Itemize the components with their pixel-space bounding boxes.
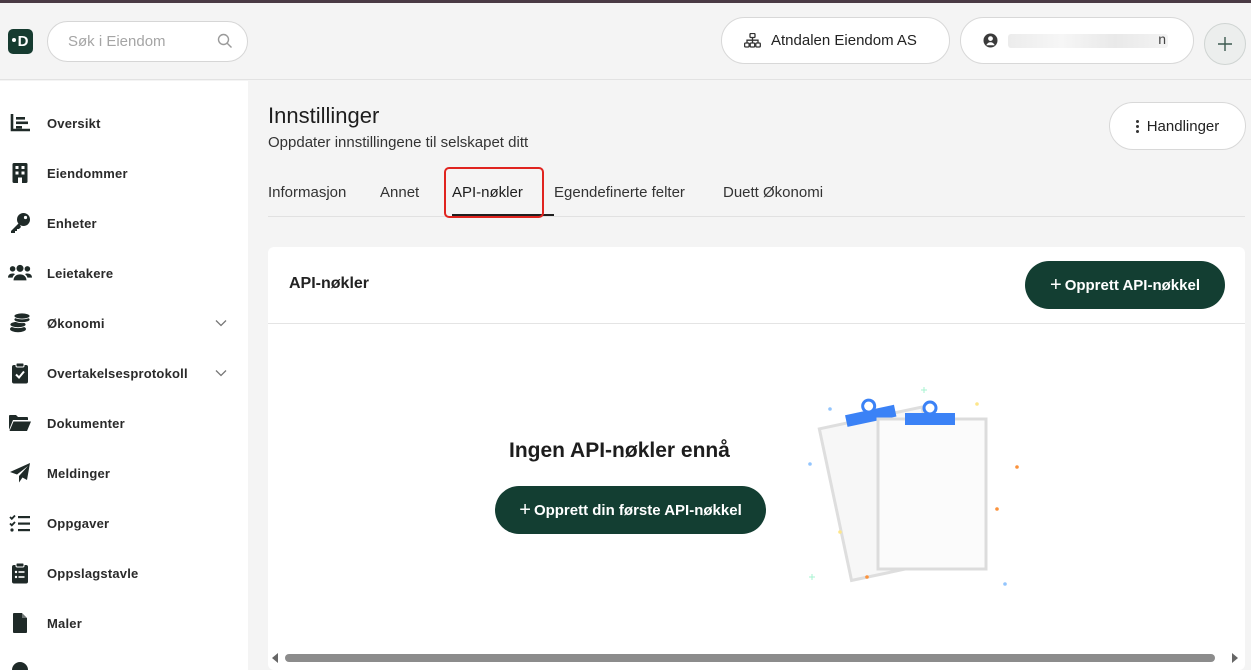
scroll-right-arrow-icon[interactable] bbox=[1232, 653, 1238, 663]
sidebar-item-partial[interactable] bbox=[0, 648, 248, 670]
sidebar-item-enheter[interactable]: Enheter bbox=[0, 198, 248, 248]
chevron-down-icon[interactable] bbox=[215, 319, 227, 327]
sidebar-item-oppslagstavle[interactable]: Oppslagstavle bbox=[0, 548, 248, 598]
settings-tabs: Informasjon Annet API-nøkler Egendefiner… bbox=[268, 172, 1245, 217]
sidebar-item-oppgaver[interactable]: Oppgaver bbox=[0, 498, 248, 548]
card-header: API-nøkler + Opprett API-nøkkel bbox=[268, 247, 1245, 324]
empty-clipboard-illustration bbox=[808, 387, 1019, 586]
clipboard-check-icon bbox=[8, 361, 32, 385]
sidebar-item-oversikt[interactable]: Oversikt bbox=[0, 98, 248, 148]
sidebar-item-dokumenter[interactable]: Dokumenter bbox=[0, 398, 248, 448]
horizontal-scrollbar[interactable] bbox=[268, 649, 1245, 665]
user-menu-button[interactable]: n bbox=[960, 17, 1194, 64]
clipboard-list-icon bbox=[8, 561, 32, 585]
plus-icon: + bbox=[519, 499, 531, 521]
gear-icon bbox=[8, 658, 32, 670]
company-switcher-button[interactable]: Atndalen Eiendom AS bbox=[721, 17, 950, 64]
sidebar-item-leietakere[interactable]: Leietakere bbox=[0, 248, 248, 298]
top-header: D Atndalen Eiendom AS n bbox=[0, 3, 1251, 80]
page-subtitle: Oppdater innstillingene til selskapet di… bbox=[268, 134, 529, 151]
plus-icon: + bbox=[1050, 274, 1062, 296]
sidebar-item-overtakelsesprotokoll[interactable]: Overtakelsesprotokoll bbox=[0, 348, 248, 398]
sidebar: Oversikt Eiendommer Enheter Leietakere Ø… bbox=[0, 81, 248, 670]
sidebar-item-maler[interactable]: Maler bbox=[0, 598, 248, 648]
paper-plane-icon bbox=[8, 461, 32, 485]
user-name-redacted: n bbox=[1008, 31, 1168, 48]
sidebar-item-okonomi[interactable]: Økonomi bbox=[0, 298, 248, 348]
api-keys-card: API-nøkler + Opprett API-nøkkel Ingen API… bbox=[268, 247, 1245, 670]
sidebar-item-eiendommer[interactable]: Eiendommer bbox=[0, 148, 248, 198]
company-name: Atndalen Eiendom AS bbox=[771, 32, 917, 49]
create-api-key-button[interactable]: + Opprett API-nøkkel bbox=[1025, 261, 1225, 309]
search-input[interactable] bbox=[68, 33, 208, 50]
tab-duett-okonomi[interactable]: Duett Økonomi bbox=[723, 184, 823, 201]
card-title: API-nøkler bbox=[289, 275, 370, 292]
tab-informasjon[interactable]: Informasjon bbox=[268, 184, 346, 201]
actions-button[interactable]: Handlinger bbox=[1109, 102, 1246, 150]
plus-icon bbox=[1218, 37, 1232, 51]
sidebar-item-meldinger[interactable]: Meldinger bbox=[0, 448, 248, 498]
coins-icon bbox=[8, 311, 32, 335]
task-list-icon bbox=[8, 511, 32, 535]
kebab-menu-icon bbox=[1135, 119, 1139, 133]
user-circle-icon bbox=[983, 33, 998, 48]
add-new-button[interactable] bbox=[1204, 23, 1246, 65]
chart-bars-icon bbox=[8, 111, 32, 135]
scroll-thumb[interactable] bbox=[285, 654, 1215, 662]
tab-egendefinerte-felter[interactable]: Egendefinerte felter bbox=[554, 184, 685, 201]
page-title: Innstillinger bbox=[268, 103, 380, 128]
chevron-down-icon[interactable] bbox=[215, 369, 227, 377]
document-icon bbox=[8, 611, 32, 635]
folder-open-icon bbox=[8, 411, 32, 435]
app-logo[interactable]: D bbox=[8, 29, 33, 54]
empty-state-title: Ingen API-nøkler ennå bbox=[509, 439, 730, 462]
key-icon bbox=[8, 211, 32, 235]
building-icon bbox=[8, 161, 32, 185]
tab-annet[interactable]: Annet bbox=[380, 184, 419, 201]
search-icon[interactable] bbox=[217, 33, 233, 49]
org-chart-icon bbox=[744, 33, 761, 48]
highlight-annotation bbox=[444, 167, 544, 218]
users-icon bbox=[8, 261, 32, 285]
create-first-api-key-button[interactable]: + Opprett din første API-nøkkel bbox=[495, 486, 766, 534]
scroll-left-arrow-icon[interactable] bbox=[272, 653, 278, 663]
search-bar[interactable] bbox=[47, 21, 248, 62]
